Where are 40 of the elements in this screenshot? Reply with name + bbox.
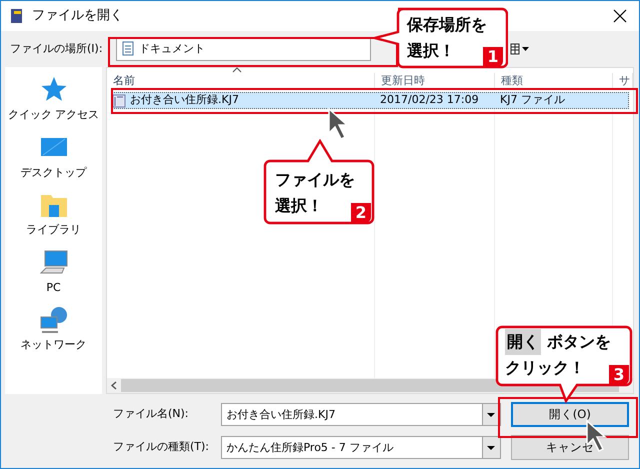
network-icon[interactable]	[38, 305, 68, 333]
dropdown-arrow-icon[interactable]	[486, 412, 496, 418]
highlighted-text: 開く	[505, 329, 541, 355]
file-date: 2017/02/23 17:09	[379, 92, 480, 108]
callout-text: 保存場所を	[407, 14, 487, 36]
app-icon	[10, 8, 24, 24]
file-icon	[112, 94, 126, 108]
step-number: 2	[351, 203, 371, 223]
open-button[interactable]: 開く(O)	[510, 402, 629, 427]
column-header[interactable]: サ	[619, 74, 630, 87]
sidebar-item[interactable]: クイック アクセス	[8, 107, 100, 124]
view-menu-icon[interactable]	[510, 43, 530, 55]
sidebar-item[interactable]: デスクトップ	[20, 164, 86, 181]
callout-text: 選択！	[407, 40, 455, 62]
sidebar-item[interactable]: ネットワーク	[20, 337, 86, 354]
step-number: 1	[483, 47, 503, 67]
callout-text: 選択！	[275, 195, 323, 217]
column-header[interactable]: 種類	[501, 74, 523, 87]
callout-text: ボタンを	[547, 331, 611, 353]
field-label: ファイルの種類(T):	[113, 439, 210, 456]
callout-text: ファイルを	[275, 169, 355, 191]
computer-icon[interactable]	[38, 248, 68, 276]
sidebar-item[interactable]: ライブラリ	[26, 222, 81, 238]
location-dropdown[interactable]: ドキュメント	[116, 38, 371, 60]
column-header[interactable]: 名前	[113, 74, 135, 87]
dropdown-arrow-icon[interactable]	[486, 444, 496, 450]
column-header[interactable]: 更新日時	[381, 74, 425, 87]
file-type: KJ7 ファイル	[499, 92, 565, 108]
text-field[interactable]: かんたん住所録Pro5 - 7 ファイル	[221, 436, 501, 459]
file-row[interactable]: お付き合い住所録.KJ7 2017/02/23 17:09 KJ7 ファイル	[111, 92, 629, 109]
text-field[interactable]: お付き合い住所録.KJ7	[221, 403, 501, 426]
field-label: ファイルの場所(I):	[10, 40, 104, 57]
document-icon	[121, 41, 135, 57]
file-name: お付き合い住所録.KJ7	[130, 92, 239, 108]
callout-text: クリック！	[505, 357, 585, 379]
step-number: 3	[609, 365, 629, 385]
close-icon[interactable]	[613, 9, 627, 23]
window-title: ファイルを開く	[32, 7, 123, 26]
field-label: ファイル名(N):	[113, 406, 190, 422]
sidebar-item[interactable]: PC	[46, 280, 61, 296]
